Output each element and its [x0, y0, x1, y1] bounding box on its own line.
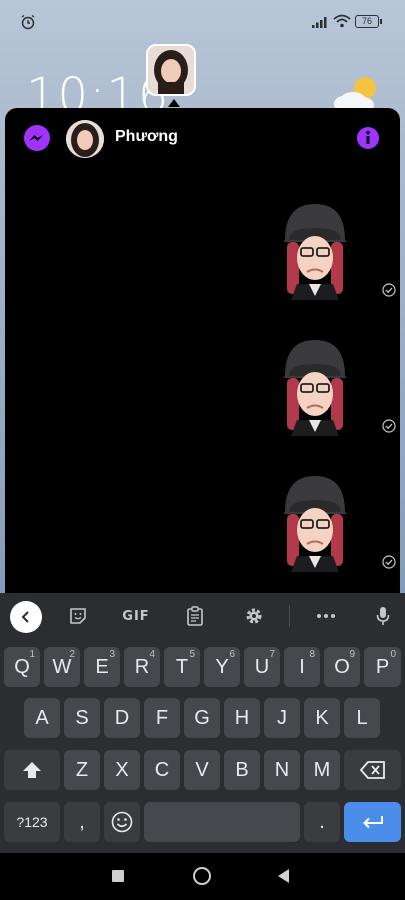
- key-hint: 3: [109, 649, 115, 660]
- key-h[interactable]: H: [224, 698, 260, 738]
- microphone-icon[interactable]: [365, 601, 401, 631]
- key-label: Y: [215, 655, 229, 678]
- memoji-sticker: [283, 476, 347, 572]
- key-label: I: [299, 655, 305, 678]
- key-y[interactable]: Y6: [204, 647, 240, 687]
- key-r[interactable]: R4: [124, 647, 160, 687]
- navigation-bar: [0, 853, 405, 900]
- memoji-sticker: [283, 204, 347, 300]
- key-label: P: [375, 655, 390, 678]
- key-i[interactable]: I8: [284, 647, 320, 687]
- emoji-key[interactable]: [104, 802, 140, 842]
- sent-check-icon: [382, 283, 396, 297]
- period-key[interactable]: .: [304, 802, 340, 842]
- key-s[interactable]: S: [64, 698, 100, 738]
- clipboard-icon[interactable]: [177, 601, 213, 631]
- home-icon[interactable]: [192, 866, 212, 886]
- key-hint: 5: [189, 649, 195, 660]
- key-hint: 1: [29, 649, 35, 660]
- shift-key[interactable]: [4, 750, 60, 790]
- key-m[interactable]: M: [304, 750, 340, 790]
- symbols-key[interactable]: ?123: [4, 802, 60, 842]
- keyboard: GIF Q1 W2 E3 R4 T5 Y6 U7 I8 O9 P0 A S D …: [0, 593, 405, 853]
- key-g[interactable]: G: [184, 698, 220, 738]
- contact-name[interactable]: Phương: [115, 128, 178, 146]
- info-icon[interactable]: [356, 126, 380, 150]
- battery-indicator: 76: [355, 15, 382, 28]
- key-label: E: [95, 655, 109, 678]
- key-u[interactable]: U7: [244, 647, 280, 687]
- keyboard-toolbar: GIF: [0, 593, 405, 639]
- wifi-icon: [333, 14, 351, 28]
- contact-avatar[interactable]: [66, 120, 104, 158]
- key-d[interactable]: D: [104, 698, 140, 738]
- key-n[interactable]: N: [264, 750, 300, 790]
- key-hint: 8: [309, 649, 315, 660]
- key-hint: 6: [229, 649, 235, 660]
- key-hint: 0: [390, 649, 396, 660]
- toolbar-divider: [289, 605, 290, 627]
- key-b[interactable]: B: [224, 750, 260, 790]
- chat-window: Phương: [5, 108, 400, 600]
- key-f[interactable]: F: [144, 698, 180, 738]
- key-hint: 7: [269, 649, 275, 660]
- key-label: U: [254, 655, 270, 678]
- sticker-icon[interactable]: [60, 601, 96, 631]
- enter-key[interactable]: [344, 802, 401, 842]
- sticker-message[interactable]: [279, 472, 351, 572]
- backspace-key[interactable]: [344, 750, 401, 790]
- alarm-icon: [21, 14, 35, 30]
- key-hint: 4: [149, 649, 155, 660]
- key-o[interactable]: O9: [324, 647, 360, 687]
- memoji-sticker: [283, 340, 347, 436]
- contact-photo: [66, 120, 104, 158]
- chat-head-bubble[interactable]: [146, 44, 196, 96]
- key-v[interactable]: V: [184, 750, 220, 790]
- settings-icon[interactable]: [236, 601, 272, 631]
- gif-button[interactable]: GIF: [118, 601, 154, 631]
- key-label: Q: [14, 655, 30, 678]
- backspace-icon: [359, 761, 385, 779]
- key-label: T: [175, 655, 189, 678]
- signal-icon: [312, 17, 327, 28]
- recents-icon[interactable]: [112, 870, 124, 882]
- comma-key[interactable]: ,: [64, 802, 100, 842]
- emoji-icon: [111, 811, 133, 833]
- key-z[interactable]: Z: [64, 750, 100, 790]
- key-label: R: [134, 655, 150, 678]
- key-x[interactable]: X: [104, 750, 140, 790]
- key-w[interactable]: W2: [44, 647, 80, 687]
- status-bar: 76: [0, 0, 405, 44]
- key-q[interactable]: Q1: [4, 647, 40, 687]
- sent-check-icon: [382, 555, 396, 569]
- enter-icon: [362, 816, 383, 829]
- space-bar[interactable]: [144, 802, 300, 842]
- key-t[interactable]: T5: [164, 647, 200, 687]
- back-icon[interactable]: [276, 868, 290, 884]
- back-arrow-icon[interactable]: [10, 601, 42, 633]
- sticker-message[interactable]: [279, 336, 351, 436]
- key-a[interactable]: A: [24, 698, 60, 738]
- key-hint: 2: [69, 649, 75, 660]
- more-icon[interactable]: [308, 601, 344, 631]
- key-label: O: [334, 655, 350, 678]
- key-p[interactable]: P0: [364, 647, 401, 687]
- key-hint: 9: [349, 649, 355, 660]
- sticker-message[interactable]: [279, 200, 351, 300]
- messenger-icon[interactable]: [23, 124, 51, 152]
- key-j[interactable]: J: [264, 698, 300, 738]
- gif-label: GIF: [122, 608, 150, 624]
- contact-photo: [148, 46, 194, 94]
- chat-header: Phương: [5, 108, 400, 168]
- key-e[interactable]: E3: [84, 647, 120, 687]
- bubble-pointer: [168, 99, 180, 107]
- key-c[interactable]: C: [144, 750, 180, 790]
- key-l[interactable]: L: [344, 698, 380, 738]
- key-k[interactable]: K: [304, 698, 340, 738]
- sent-check-icon: [382, 419, 396, 433]
- shift-icon: [23, 762, 41, 778]
